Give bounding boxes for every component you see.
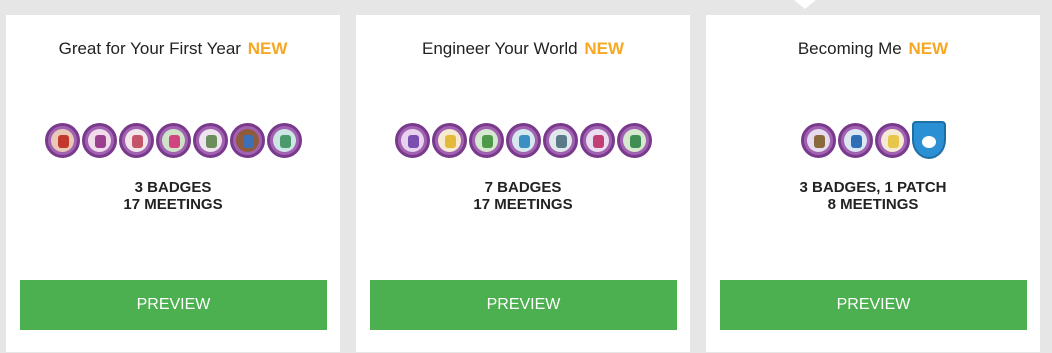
preview-button[interactable]: PREVIEW [20,280,327,330]
horse-badge-icon [81,122,117,158]
card-stats: 7 BADGES 17 MEETINGS [356,179,690,213]
leaf-badge-icon [616,122,652,158]
card-title-text: Engineer Your World [421,39,578,58]
card-stats: 3 BADGES 17 MEETINGS [6,179,340,213]
lightbulb-badge-icon [431,122,467,158]
map-badge-icon [266,122,302,158]
journey-card-first-year: Great for Your First Year NEW 3 BADGES 1… [6,15,340,352]
rope-badge-icon [118,122,154,158]
car-badge-icon [542,122,578,158]
badge-count: 7 BADGES [484,179,562,196]
meeting-count: 17 MEETINGS [473,196,573,213]
meeting-count: 8 MEETINGS [827,196,919,213]
badge-row [6,119,340,161]
robot-badge-icon [579,122,615,158]
tree-badge-icon [468,122,504,158]
card-title-text: Becoming Me [797,39,902,58]
badge-count: 3 BADGES, 1 PATCH [799,179,947,196]
plant-badge-icon [155,122,191,158]
card-title: Becoming Me NEW [706,39,1040,59]
badge-count: 3 BADGES [134,179,212,196]
suitcase-badge-icon [44,122,80,158]
target-badge-icon [837,122,873,158]
selected-card-pointer [794,0,816,9]
card-stats: 3 BADGES, 1 PATCH 8 MEETINGS [706,179,1040,213]
journey-card-engineer-your-world: Engineer Your World NEW 7 BADGES 17 MEET… [356,15,690,352]
preview-button[interactable]: PREVIEW [720,280,1027,330]
new-tag: NEW [584,39,625,58]
badge-row [706,119,1040,161]
badge-row [356,119,690,161]
becoming-me-patch-icon [911,121,946,159]
card-title-text: Great for Your First Year [58,39,241,58]
meeting-count: 17 MEETINGS [123,196,223,213]
journey-card-becoming-me: Becoming Me NEW 3 BADGES, 1 PATCH 8 MEET… [706,15,1040,352]
clock-badge-icon [192,122,228,158]
new-tag: NEW [908,39,949,58]
pencil-badge-icon [874,122,910,158]
preview-button[interactable]: PREVIEW [370,280,677,330]
bridge-badge-icon [505,122,541,158]
maze-badge-icon [394,122,430,158]
bird-badge-icon [229,122,265,158]
scales-badge-icon [800,122,836,158]
card-title: Great for Your First Year NEW [6,39,340,59]
new-tag: NEW [247,39,288,58]
card-title: Engineer Your World NEW [356,39,690,59]
